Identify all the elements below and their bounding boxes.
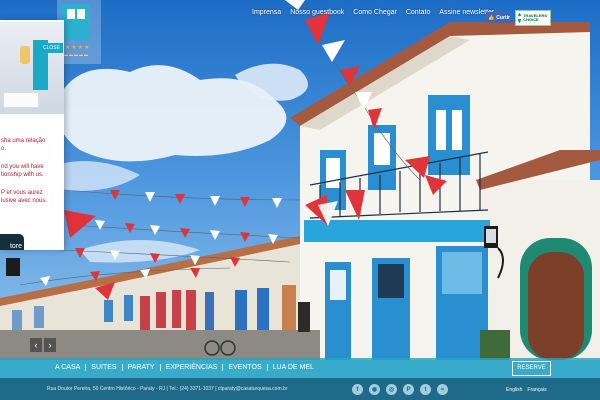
facebook-like-button[interactable]: 👍 Curtir [486,12,512,23]
language-switcher: English Français [506,387,547,393]
nav-contato-link[interactable]: Contato [406,9,431,16]
main-nav: A CASA SUITES PARATY EXPERIÊNCIAS EVENTO… [50,364,319,371]
nav-guestbook-link[interactable]: Nosso guestbook [290,9,344,16]
tripadvisor-badge-text: TRAVELERS' CHOICE [523,13,548,22]
social-icons: f ◉ ◎ P t ≈ [352,384,448,395]
tripadvisor-icon[interactable]: ◎ [386,384,397,395]
popup-text-line: lusive avec nous. [1,198,48,204]
tripadvisor-owl-icon [517,13,523,23]
twitter-icon[interactable]: t [420,384,431,395]
main-nav-paraty[interactable]: PARATY [123,364,161,371]
nav-imprensa-link[interactable]: Imprensa [252,9,281,16]
slider-prev-button[interactable]: ‹ [30,338,42,352]
newsletter-popup: CLOSE sha uma relação o. nd you will hav… [0,20,64,250]
main-nav-experiencias[interactable]: EXPERIÊNCIAS [161,364,224,371]
popup-text-line: tionship with us. [1,172,44,178]
lamp-shape [20,46,30,64]
popup-text-line: o. [1,146,7,152]
popup-text-line: nd you will have [1,164,44,170]
popup-text-line: sha uma relação [1,138,46,144]
rss-icon[interactable]: ≈ [437,384,448,395]
main-nav-eventos[interactable]: EVENTOS [223,364,268,371]
main-nav-suites[interactable]: SUITES [86,364,123,371]
popup-room-photo [0,22,64,114]
tripadvisor-badge[interactable]: TRAVELERS' CHOICE [515,10,551,26]
language-francais-link[interactable]: Français [527,387,546,393]
facebook-like-label: Curtir [496,14,510,21]
facebook-icon[interactable]: f [352,384,363,395]
popup-store-button[interactable]: tore [0,234,24,250]
main-nav-a-casa[interactable]: A CASA [50,364,87,371]
reserve-button[interactable]: RESERVE [512,361,551,376]
logo-stars: ★★★★ [65,45,91,51]
hotel-logo-icon[interactable] [62,4,90,40]
pinterest-icon[interactable]: P [403,384,414,395]
logo-wordmark: ▬▬▬▬▬ [64,52,89,57]
slider-next-button[interactable]: › [44,338,56,352]
popup-text-line: P et vous aurez [1,190,43,196]
cushion-shape [3,92,39,108]
popup-close-button[interactable]: CLOSE [40,43,63,53]
main-nav-lua-de-mel[interactable]: LUA DE MEL [268,364,319,371]
language-english-link[interactable]: English [506,387,522,393]
top-nav: Imprensa Nosso guestbook Como Chegar Con… [252,9,494,16]
nav-como-chegar-link[interactable]: Como Chegar [353,9,397,16]
footer-address: Rua Doutor Pereira, 50 Centro Histórico … [47,386,288,392]
slider-arrows: ‹ › [30,338,58,352]
thumbs-up-icon: 👍 [488,14,495,21]
instagram-icon[interactable]: ◉ [369,384,380,395]
